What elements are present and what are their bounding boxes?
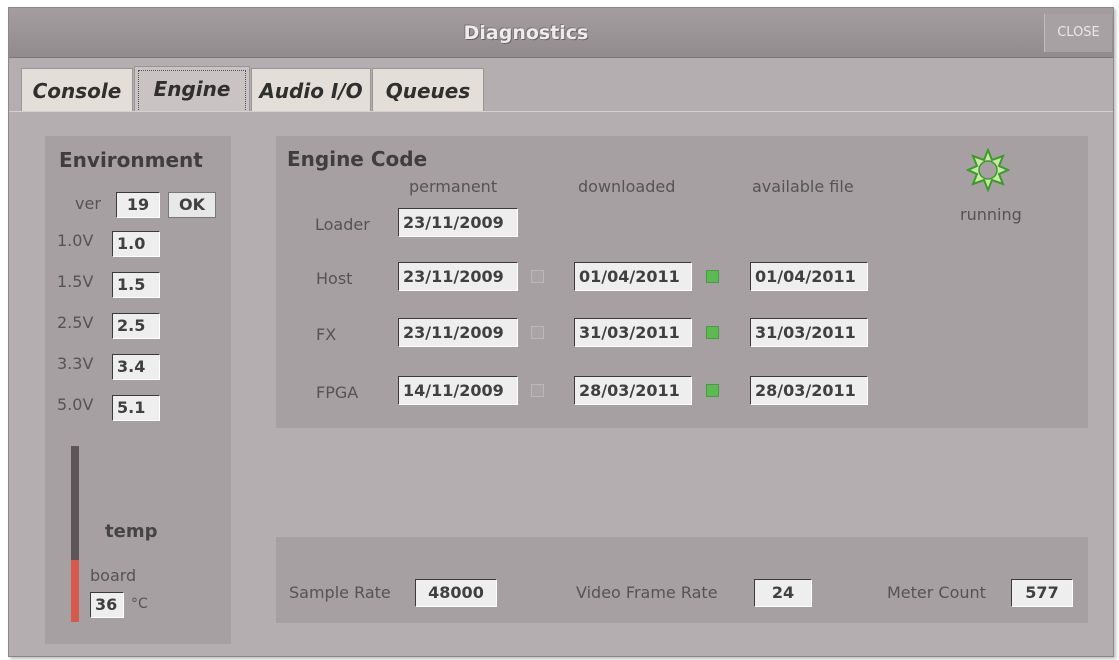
temp-unit-label: °C [131, 596, 148, 612]
engine-code-title: Engine Code [287, 147, 428, 171]
tab-console[interactable]: Console [21, 68, 133, 114]
fx-downloaded-value: 31/03/2011 [574, 318, 692, 347]
voltage-value: 2.5 [112, 313, 160, 339]
sample-rate-value: 48000 [415, 579, 497, 607]
temp-label: temp [105, 521, 158, 542]
rates-panel: Sample Rate 48000 Video Frame Rate 24 Me… [276, 537, 1088, 623]
temperature-meter [71, 446, 79, 622]
host-downloaded-led [706, 270, 719, 283]
voltage-label: 1.5V [57, 272, 94, 291]
title-bar: Diagnostics CLOSE [9, 8, 1113, 58]
window-title: Diagnostics [463, 22, 589, 44]
voltage-value: 1.0 [112, 231, 160, 257]
tab-engine[interactable]: Engine [134, 66, 250, 116]
fpga-downloaded-value: 28/03/2011 [574, 376, 692, 405]
engine-code-panel: Engine Code permanent downloaded availab… [276, 136, 1088, 428]
column-header-downloaded: downloaded [578, 177, 676, 196]
environment-panel: Environment ver 19 OK 1.0V 1.0 1.5V 1.5 … [45, 136, 231, 644]
column-header-permanent: permanent [409, 177, 498, 196]
host-available-value: 01/04/2011 [750, 262, 868, 291]
fx-permanent-led [531, 326, 544, 339]
environment-title: Environment [59, 148, 203, 172]
host-permanent-value: 23/11/2009 [398, 262, 518, 291]
engine-tab-content: Environment ver 19 OK 1.0V 1.0 1.5V 1.5 … [9, 111, 1113, 656]
voltage-label: 5.0V [57, 395, 94, 414]
fpga-available-value: 28/03/2011 [750, 376, 868, 405]
voltage-value: 5.1 [112, 395, 160, 421]
fpga-label: FPGA [316, 383, 359, 402]
fx-label: FX [316, 325, 337, 344]
voltage-value: 3.4 [112, 354, 160, 380]
fpga-downloaded-led [706, 384, 719, 397]
diagnostics-window: Diagnostics CLOSE Console Engine Audio I… [8, 7, 1114, 657]
tab-audio-io[interactable]: Audio I/O [251, 68, 371, 114]
video-frame-rate-label: Video Frame Rate [576, 583, 718, 602]
video-frame-rate-value: 24 [754, 579, 812, 607]
fpga-permanent-led [531, 384, 544, 397]
board-temp-value: 36 [90, 592, 124, 618]
fpga-permanent-value: 14/11/2009 [398, 376, 518, 405]
loader-label: Loader [315, 215, 370, 234]
tab-queues[interactable]: Queues [372, 68, 484, 114]
voltage-value: 1.5 [112, 272, 160, 298]
host-downloaded-value: 01/04/2011 [574, 262, 692, 291]
voltage-label: 2.5V [57, 313, 94, 332]
close-button[interactable]: CLOSE [1044, 14, 1112, 52]
fx-available-value: 31/03/2011 [750, 318, 868, 347]
host-permanent-led [531, 270, 544, 283]
meter-count-value: 577 [1011, 579, 1073, 607]
voltage-label: 1.0V [57, 231, 94, 250]
sample-rate-label: Sample Rate [289, 583, 391, 602]
ver-label: ver [75, 194, 101, 213]
engine-status-label: running [960, 205, 1022, 224]
fx-downloaded-led [706, 326, 719, 339]
temperature-meter-fill [71, 560, 79, 622]
host-label: Host [316, 269, 353, 288]
board-label: board [90, 566, 137, 585]
sun-icon [965, 147, 1011, 193]
loader-permanent-value: 23/11/2009 [398, 208, 518, 237]
voltage-label: 3.3V [57, 354, 94, 373]
version-value: 19 [116, 192, 160, 218]
fx-permanent-value: 23/11/2009 [398, 318, 518, 347]
ok-button[interactable]: OK [168, 192, 216, 218]
column-header-available-file: available file [752, 177, 854, 196]
meter-count-label: Meter Count [887, 583, 986, 602]
